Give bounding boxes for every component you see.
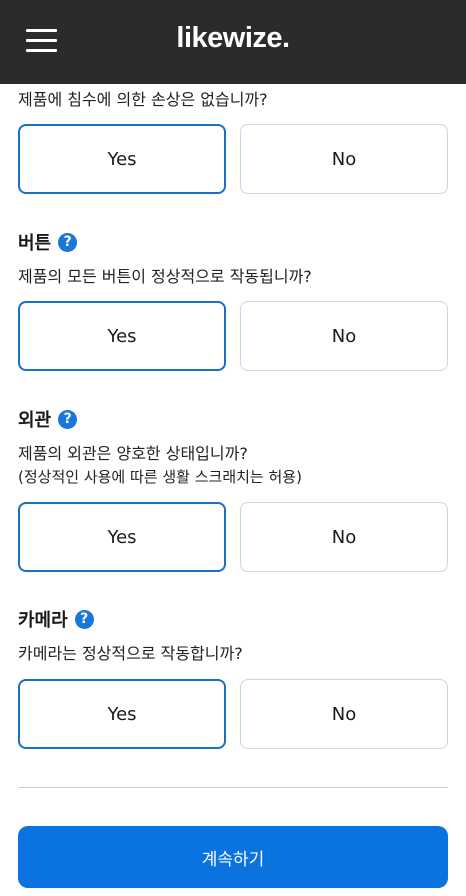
- camera-help-icon[interactable]: ?: [74, 609, 94, 629]
- question-camera-title: 카메라 ?: [18, 606, 94, 632]
- question-appearance-note: (정상적인 사용에 따른 생활 스크래치는 허용): [18, 468, 302, 486]
- appearance-yes-button[interactable]: Yes: [18, 502, 226, 572]
- appearance-help-icon[interactable]: ?: [58, 409, 78, 429]
- water-damage-yes-button[interactable]: Yes: [18, 124, 226, 194]
- question-buttons-title: 버튼 ?: [18, 229, 78, 255]
- buttons-yes-button[interactable]: Yes: [18, 301, 226, 371]
- app-header: likewize.: [0, 0, 466, 84]
- question-camera-title-label: 카메라: [18, 610, 68, 631]
- buttons-help-icon[interactable]: ?: [58, 232, 78, 252]
- question-camera-text: 카메라는 정상적으로 작동합니까?: [18, 644, 243, 663]
- question-appearance-text: 제품의 외관은 양호한 상태입니까?: [18, 444, 248, 463]
- question-buttons-title-label: 버튼: [18, 233, 52, 254]
- continue-button[interactable]: 계속하기: [18, 826, 448, 888]
- brand-logo: likewize.: [176, 22, 290, 54]
- camera-no-button[interactable]: No: [240, 679, 448, 749]
- buttons-no-button[interactable]: No: [240, 301, 448, 371]
- water-damage-no-button[interactable]: No: [240, 124, 448, 194]
- question-water-damage-text: 제품에 침수에 의한 손상은 없습니까?: [18, 90, 268, 109]
- question-appearance-title-label: 외관: [18, 410, 52, 431]
- question-buttons-text: 제품의 모든 버튼이 정상적으로 작동됩니까?: [18, 267, 312, 286]
- question-appearance-title: 외관 ?: [18, 406, 78, 432]
- camera-yes-button[interactable]: Yes: [18, 679, 226, 749]
- questionnaire: 제품에 침수에 의한 손상은 없습니까? Yes No 버튼 ? 제품의 모든 …: [0, 84, 466, 896]
- section-divider: [18, 787, 448, 788]
- appearance-no-button[interactable]: No: [240, 502, 448, 572]
